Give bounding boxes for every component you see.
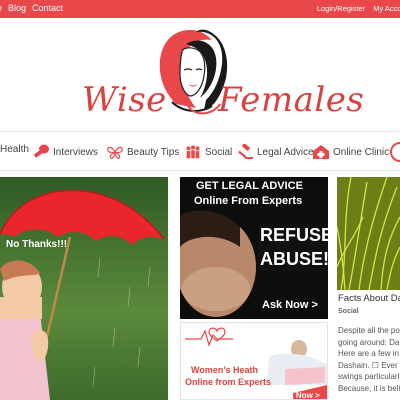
clinic-icon: [313, 145, 329, 159]
legal-ask-now-button[interactable]: Ask Now >: [262, 299, 318, 311]
people-icon: [186, 145, 200, 159]
category-interviews-label: Interviews: [53, 146, 99, 158]
side-post-category[interactable]: Social: [338, 308, 359, 315]
health-subheading: Online from Experts: [185, 377, 272, 387]
logo-word-wise: Wise: [82, 80, 167, 120]
site-logo[interactable]: Wise Females: [0, 18, 400, 130]
category-social-label: Social: [205, 146, 233, 158]
legal-abuse-text: ABUSE!: [260, 249, 328, 269]
top-nav-contact-link[interactable]: Contact: [32, 3, 63, 13]
top-nav: e Blog Contact: [0, 3, 63, 13]
legal-advice-banner[interactable]: GET LEGAL ADVICE Online From Experts REF…: [180, 177, 328, 319]
my-account-link[interactable]: My Account: [373, 4, 400, 13]
category-nav: Health Interviews Beauty Tips Social Leg…: [0, 131, 400, 171]
excerpt-line: going around: Da: [338, 337, 400, 347]
category-health-label: Health: [0, 144, 29, 155]
grass-image: [337, 177, 400, 291]
legal-subheading: Online From Experts: [194, 195, 303, 207]
excerpt-line: Here are a few in: [338, 349, 399, 358]
next-category-icon[interactable]: [390, 142, 400, 162]
category-beauty-tips-label: Beauty Tips: [127, 146, 180, 158]
account-links: Login/Register My Account: [317, 4, 400, 13]
gavel-icon: [238, 144, 253, 159]
excerpt-line: Dashain. ☐ Ever w: [338, 360, 400, 370]
hero-image-umbrella-girl[interactable]: No Thanks!!!: [0, 177, 168, 400]
womens-health-banner[interactable]: Women's Heath Online from Experts Ask No…: [180, 322, 328, 400]
side-post-image[interactable]: [337, 177, 400, 291]
top-nav-blog-link[interactable]: Blog: [8, 3, 26, 13]
logo-word-females: Females: [218, 80, 365, 120]
category-interviews[interactable]: Interviews: [32, 144, 98, 160]
side-post-card[interactable]: Facts About Da Social Despite all the po…: [337, 177, 400, 400]
side-post-title[interactable]: Facts About Da: [338, 293, 400, 304]
side-post-excerpt: Despite all the po going around: Da Here…: [338, 325, 400, 394]
top-bar: e Blog Contact Login/Register My Account: [0, 0, 400, 18]
top-nav-home-link[interactable]: e: [0, 3, 2, 13]
legal-refuse-text: REFUSE: [260, 225, 328, 245]
login-register-link[interactable]: Login/Register: [317, 4, 365, 13]
health-banner-art: [181, 323, 327, 399]
category-legal-advice[interactable]: Legal Advice: [236, 144, 314, 160]
category-online-clinic-label: Online Clinic: [333, 146, 390, 158]
excerpt-line: Because, it is belie: [338, 383, 400, 393]
category-health[interactable]: Health: [0, 144, 29, 155]
microphone-icon: [34, 144, 49, 158]
excerpt-line: swings particularl: [338, 372, 400, 381]
health-heading: Women's Heath: [191, 365, 258, 375]
health-ask-now-button[interactable]: Ask Now >: [279, 391, 320, 399]
hero-illustration: [0, 177, 168, 400]
category-online-clinic[interactable]: Online Clinic: [312, 144, 389, 160]
category-legal-advice-label: Legal Advice: [257, 146, 314, 158]
legal-heading: GET LEGAL ADVICE: [196, 180, 303, 192]
hero-caption: No Thanks!!!: [6, 239, 68, 250]
excerpt-line: Despite all the po: [338, 326, 400, 335]
butterfly-icon: [107, 146, 123, 159]
category-beauty-tips[interactable]: Beauty Tips: [106, 144, 179, 160]
category-social[interactable]: Social: [184, 144, 232, 160]
